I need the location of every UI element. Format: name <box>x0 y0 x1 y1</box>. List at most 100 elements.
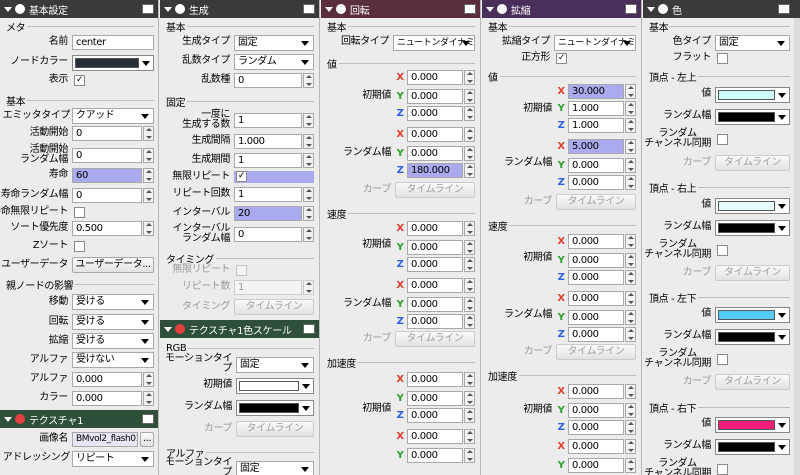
speed-rand-x-spinner[interactable] <box>464 278 475 293</box>
motion-type-select[interactable]: 固定 <box>236 357 314 373</box>
collapse-arrow-icon[interactable] <box>4 416 12 422</box>
bl-sync-checkbox[interactable] <box>717 354 728 365</box>
br-sync-checkbox[interactable] <box>717 464 728 475</box>
accel-init-x-input[interactable]: 0.000 <box>568 384 624 399</box>
init-x-spinner[interactable] <box>625 84 636 99</box>
accel-rand-x-input[interactable]: 0.000 <box>568 439 624 454</box>
image-name-input[interactable]: BMvol2_flash01 <box>72 432 138 447</box>
rand-x-input[interactable]: 0.000 <box>407 127 463 142</box>
accel-rand-x-spinner[interactable] <box>464 429 475 444</box>
value-timeline-button[interactable]: タイムライン <box>556 194 636 210</box>
speed-init-y-input[interactable]: 0.000 <box>568 253 624 268</box>
speed-timeline-button[interactable]: タイムライン <box>556 344 636 360</box>
timing-infinite-checkbox[interactable] <box>236 265 247 276</box>
bl-timeline-button[interactable]: タイムライン <box>715 374 790 390</box>
speed-init-z-input[interactable]: 0.000 <box>407 257 463 272</box>
z-sort-checkbox[interactable] <box>74 241 85 252</box>
init-y-spinner[interactable] <box>625 101 636 116</box>
life-spinner[interactable] <box>143 168 154 183</box>
br-rand-picker[interactable] <box>715 439 790 455</box>
repeat-count-spinner[interactable] <box>303 187 314 202</box>
rand-z-spinner[interactable] <box>625 175 636 190</box>
init-x-input[interactable]: 0.000 <box>407 70 463 85</box>
active-start-input[interactable]: 0 <box>72 126 142 141</box>
user-data-button[interactable]: ユーザーデータ... <box>72 257 154 273</box>
accel-rand-y-input[interactable]: 0.000 <box>407 448 463 463</box>
active-start-rand-input[interactable]: 0 <box>72 148 142 163</box>
speed-init-x-input[interactable]: 0.000 <box>407 221 463 236</box>
bl-rand-picker[interactable] <box>715 329 790 345</box>
accel-init-y-spinner[interactable] <box>464 391 475 406</box>
gen-type-select[interactable]: 固定 <box>234 35 314 51</box>
interval2-spinner[interactable] <box>303 206 314 221</box>
tr-timeline-button[interactable]: タイムライン <box>715 265 790 281</box>
accel-init-y-spinner[interactable] <box>625 403 636 418</box>
interval-rand-spinner[interactable] <box>303 227 314 242</box>
texture1-header[interactable]: テクスチャ1 <box>0 410 158 428</box>
speed-init-z-spinner[interactable] <box>625 270 636 285</box>
panel-header[interactable]: 色 <box>643 0 800 18</box>
pin-icon[interactable] <box>303 324 315 334</box>
init-z-spinner[interactable] <box>625 118 636 133</box>
speed-init-z-spinner[interactable] <box>464 257 475 272</box>
panel-header[interactable]: 回転 <box>321 0 480 18</box>
tl-rand-picker[interactable] <box>715 109 790 125</box>
collapse-arrow-icon[interactable] <box>325 6 333 12</box>
accel-rand-x-spinner[interactable] <box>625 439 636 454</box>
emitter-type-select[interactable]: クアッド <box>72 108 154 124</box>
speed-rand-z-input[interactable]: 0.000 <box>407 314 463 329</box>
pin-icon[interactable] <box>625 4 637 14</box>
init-y-spinner[interactable] <box>464 89 475 104</box>
speed-rand-y-input[interactable]: 0.000 <box>407 297 463 312</box>
init-x-input[interactable]: 30.000 <box>568 84 624 99</box>
move-select[interactable]: 受ける <box>72 294 154 310</box>
panel-header[interactable]: 生成 <box>160 0 319 18</box>
pin-icon[interactable] <box>303 4 315 14</box>
init-z-input[interactable]: 1.000 <box>568 118 624 133</box>
tr-color-picker[interactable] <box>715 198 790 214</box>
accel-init-y-input[interactable]: 0.000 <box>568 403 624 418</box>
speed-rand-x-input[interactable]: 0.000 <box>568 291 624 306</box>
rand-y-spinner[interactable] <box>625 158 636 173</box>
interval-input[interactable]: 1.000 <box>234 134 302 149</box>
sort-priority-input[interactable]: 0.500 <box>72 221 142 236</box>
rand-x-spinner[interactable] <box>464 127 475 142</box>
speed-init-y-spinner[interactable] <box>625 253 636 268</box>
rand-x-input[interactable]: 5.000 <box>568 139 624 154</box>
color-type-select[interactable]: 固定 <box>715 35 790 51</box>
bl-color-picker[interactable] <box>715 307 790 323</box>
life-rand-input[interactable]: 0 <box>72 188 142 203</box>
image-browse-button[interactable]: ... <box>140 432 154 447</box>
tl-sync-checkbox[interactable] <box>717 134 728 145</box>
tr-rand-picker[interactable] <box>715 220 790 236</box>
speed-rand-y-spinner[interactable] <box>625 310 636 325</box>
square-checkbox[interactable]: ✓ <box>556 53 567 64</box>
sort-priority-spinner[interactable] <box>143 221 154 236</box>
speed-rand-z-spinner[interactable] <box>625 327 636 342</box>
rand-type-select[interactable]: ランダム <box>234 54 314 70</box>
texscale-header[interactable]: テクスチャ1色スケール <box>160 320 319 338</box>
speed-rand-y-spinner[interactable] <box>464 297 475 312</box>
addressing-select[interactable]: リピート <box>72 451 154 467</box>
color-value-spinner[interactable] <box>143 391 154 406</box>
rand-x-spinner[interactable] <box>625 139 636 154</box>
speed-init-x-spinner[interactable] <box>625 234 636 249</box>
life-infinite-checkbox[interactable] <box>74 207 85 218</box>
timing-repeat-input[interactable]: 1 <box>234 280 302 295</box>
speed-rand-y-input[interactable]: 0.000 <box>568 310 624 325</box>
speed-rand-z-spinner[interactable] <box>464 314 475 329</box>
rand-seed-spinner[interactable] <box>303 73 314 88</box>
period-input[interactable]: 1 <box>234 153 302 168</box>
accel-init-x-spinner[interactable] <box>464 372 475 387</box>
display-checkbox[interactable]: ✓ <box>74 75 85 86</box>
value-timeline-button[interactable]: タイムライン <box>395 182 475 198</box>
interval-rand-input[interactable]: 0 <box>234 227 302 242</box>
accel-init-y-input[interactable]: 0.000 <box>407 391 463 406</box>
alpha-value-spinner[interactable] <box>143 372 154 387</box>
rand-color-picker[interactable] <box>236 400 314 416</box>
texscale-timeline-button[interactable]: タイムライン <box>236 421 314 437</box>
active-start-rand-spinner[interactable] <box>143 148 154 163</box>
collapse-arrow-icon[interactable] <box>486 6 494 12</box>
accel-rand-x-input[interactable]: 0.000 <box>407 429 463 444</box>
tl-color-picker[interactable] <box>715 87 790 103</box>
